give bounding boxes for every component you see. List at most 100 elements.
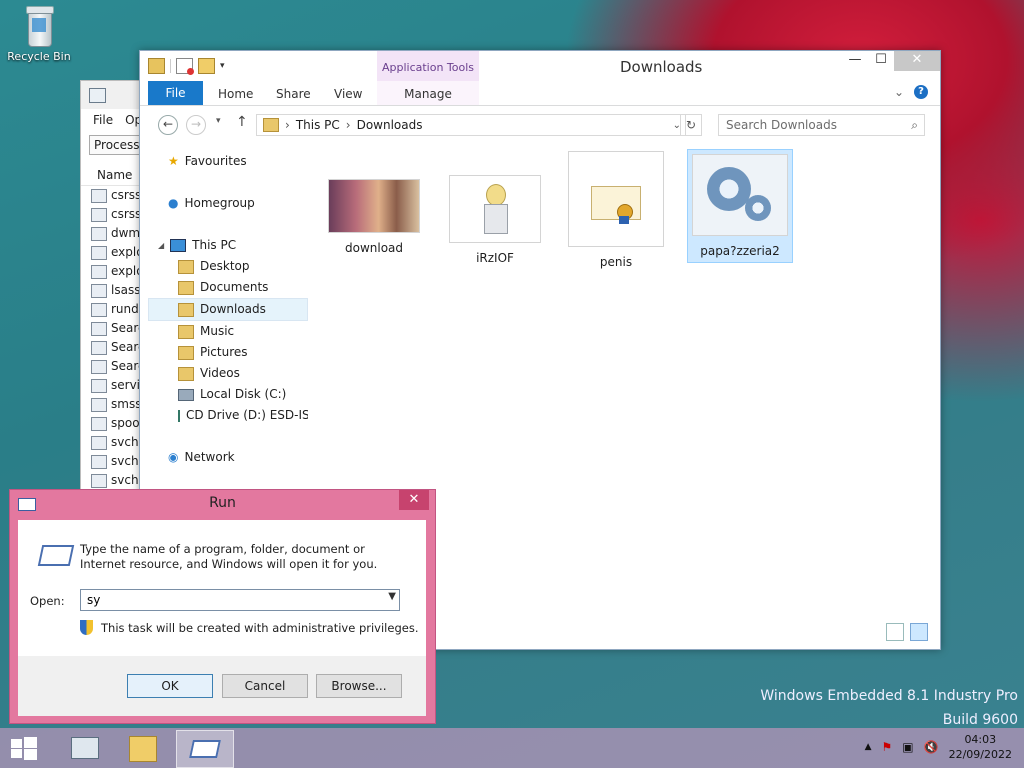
- file-item-irziof[interactable]: iRzIOF: [443, 175, 547, 265]
- nav-downloads[interactable]: Downloads: [148, 298, 308, 321]
- folder-icon: [129, 736, 157, 762]
- recycle-bin-label: Recycle Bin: [7, 50, 71, 63]
- recent-locations-icon[interactable]: ▾: [216, 116, 221, 126]
- nav-videos[interactable]: Videos: [148, 363, 308, 384]
- recycle-bin[interactable]: Recycle Bin: [6, 6, 72, 63]
- taskbar-run[interactable]: [176, 730, 234, 768]
- network-status-icon[interactable]: ▣: [902, 740, 913, 754]
- search-input[interactable]: Search Downloads ⌕: [718, 114, 925, 136]
- run-icon: [189, 740, 221, 758]
- process-icon: [91, 207, 107, 222]
- run-title: Run: [209, 495, 236, 511]
- nav-desktop[interactable]: Desktop: [148, 256, 308, 277]
- window-title: Downloads: [620, 58, 703, 76]
- nav-cd-drive[interactable]: CD Drive (D:) ESD-IS: [148, 405, 308, 426]
- address-bar[interactable]: › This PC › Downloads ⌄: [256, 114, 686, 136]
- close-button[interactable]: ✕: [894, 51, 940, 71]
- action-center-icon[interactable]: ⚑: [882, 740, 893, 754]
- process-icon: [91, 435, 107, 450]
- process-icon: [91, 340, 107, 355]
- volume-muted-icon[interactable]: 🔇: [924, 740, 939, 754]
- run-close-button[interactable]: ✕: [399, 490, 429, 510]
- taskbar: ▲ ⚑ ▣ 🔇 04:03 22/09/2022: [0, 728, 1024, 768]
- cancel-button[interactable]: Cancel: [222, 674, 308, 698]
- admin-note: This task will be created with administr…: [80, 620, 418, 635]
- tab-file[interactable]: File: [148, 81, 203, 105]
- properties-icon[interactable]: [176, 58, 194, 75]
- expand-ribbon-icon[interactable]: ⌄: [894, 85, 904, 99]
- explorer-titlebar: ▾ Application Tools Downloads — ☐ ✕: [140, 51, 940, 82]
- back-button[interactable]: ←: [158, 115, 178, 135]
- homegroup-icon: ●: [168, 196, 179, 210]
- process-icon: [91, 321, 107, 336]
- process-icon: [91, 264, 107, 279]
- quick-access-toolbar: ▾: [148, 58, 225, 75]
- maximize-button[interactable]: ☐: [868, 51, 894, 71]
- process-icon: [91, 226, 107, 241]
- taskbar-task-manager[interactable]: [56, 730, 114, 768]
- expand-icon[interactable]: ◢: [158, 235, 164, 256]
- breadcrumb-this-pc[interactable]: This PC: [296, 118, 340, 132]
- start-button[interactable]: [10, 736, 38, 760]
- tab-home[interactable]: Home: [218, 81, 253, 105]
- open-combobox[interactable]: ▼: [80, 589, 400, 611]
- image-thumbnail: [449, 175, 541, 243]
- refresh-button[interactable]: ↻: [680, 114, 702, 136]
- process-icon: [91, 283, 107, 298]
- search-placeholder: Search Downloads: [726, 118, 837, 132]
- open-dropdown-icon[interactable]: ▼: [388, 591, 396, 602]
- task-manager-icon: [89, 88, 106, 103]
- tab-share[interactable]: Share: [276, 81, 311, 105]
- search-icon: ⌕: [911, 118, 918, 132]
- windows-logo-icon: [11, 737, 37, 760]
- menu-file[interactable]: File: [93, 113, 113, 127]
- folder-icon: [178, 345, 194, 360]
- process-icon: [91, 416, 107, 431]
- nav-local-disk[interactable]: Local Disk (C:): [148, 384, 308, 405]
- minimize-button[interactable]: —: [842, 51, 868, 71]
- nav-homegroup[interactable]: ● Homegroup: [148, 193, 308, 214]
- process-icon: [91, 454, 107, 469]
- star-icon: ★: [168, 154, 179, 168]
- nav-favourites[interactable]: ★ Favourites: [148, 151, 308, 172]
- forward-button[interactable]: →: [186, 115, 206, 135]
- up-button[interactable]: ↑: [236, 114, 248, 130]
- nav-this-pc[interactable]: ◢ This PC: [148, 235, 308, 256]
- windows-watermark: Windows Embedded 8.1 Industry Pro Build …: [760, 688, 1018, 728]
- run-button-bar: OK Cancel Browse...: [18, 656, 426, 716]
- downloads-folder-icon: [263, 118, 279, 132]
- customize-toolbar-icon[interactable]: ▾: [220, 61, 225, 71]
- process-icon: [91, 245, 107, 260]
- file-item-download[interactable]: download: [322, 179, 426, 255]
- tab-view[interactable]: View: [334, 81, 362, 105]
- nav-music[interactable]: Music: [148, 321, 308, 342]
- file-item-papazzeria2[interactable]: papa?zzeria2: [687, 149, 793, 263]
- run-dialog[interactable]: Run ✕ Type the name of a program, folder…: [9, 489, 436, 724]
- help-icon[interactable]: ?: [914, 85, 928, 99]
- file-item-penis[interactable]: penis: [564, 151, 668, 269]
- large-icons-view-button[interactable]: [910, 623, 928, 641]
- browse-button[interactable]: Browse...: [316, 674, 402, 698]
- show-hidden-icons[interactable]: ▲: [865, 742, 872, 752]
- nav-network[interactable]: ◉ Network: [148, 447, 308, 468]
- clock[interactable]: 04:03 22/09/2022: [949, 732, 1012, 762]
- run-program-icon: [37, 542, 75, 566]
- ok-button[interactable]: OK: [127, 674, 213, 698]
- new-folder-icon[interactable]: [198, 58, 215, 74]
- tab-manage[interactable]: Manage: [377, 81, 479, 105]
- taskbar-file-explorer[interactable]: [114, 730, 172, 768]
- details-view-button[interactable]: [886, 623, 904, 641]
- breadcrumb-downloads[interactable]: Downloads: [357, 118, 423, 132]
- folder-down-icon[interactable]: [148, 58, 165, 74]
- navigation-pane: ★ Favourites ● Homegroup ◢ This PC Desktop …: [148, 151, 308, 468]
- process-icon: [91, 473, 107, 488]
- nav-pictures[interactable]: Pictures: [148, 342, 308, 363]
- image-thumbnail: [328, 179, 420, 233]
- gear-icon: [692, 154, 788, 236]
- nav-documents[interactable]: Documents: [148, 277, 308, 298]
- open-input[interactable]: [85, 592, 379, 608]
- application-tools-label: Application Tools: [377, 51, 479, 82]
- open-label: Open:: [30, 594, 65, 608]
- process-icon: [91, 378, 107, 393]
- network-icon: ◉: [168, 450, 179, 464]
